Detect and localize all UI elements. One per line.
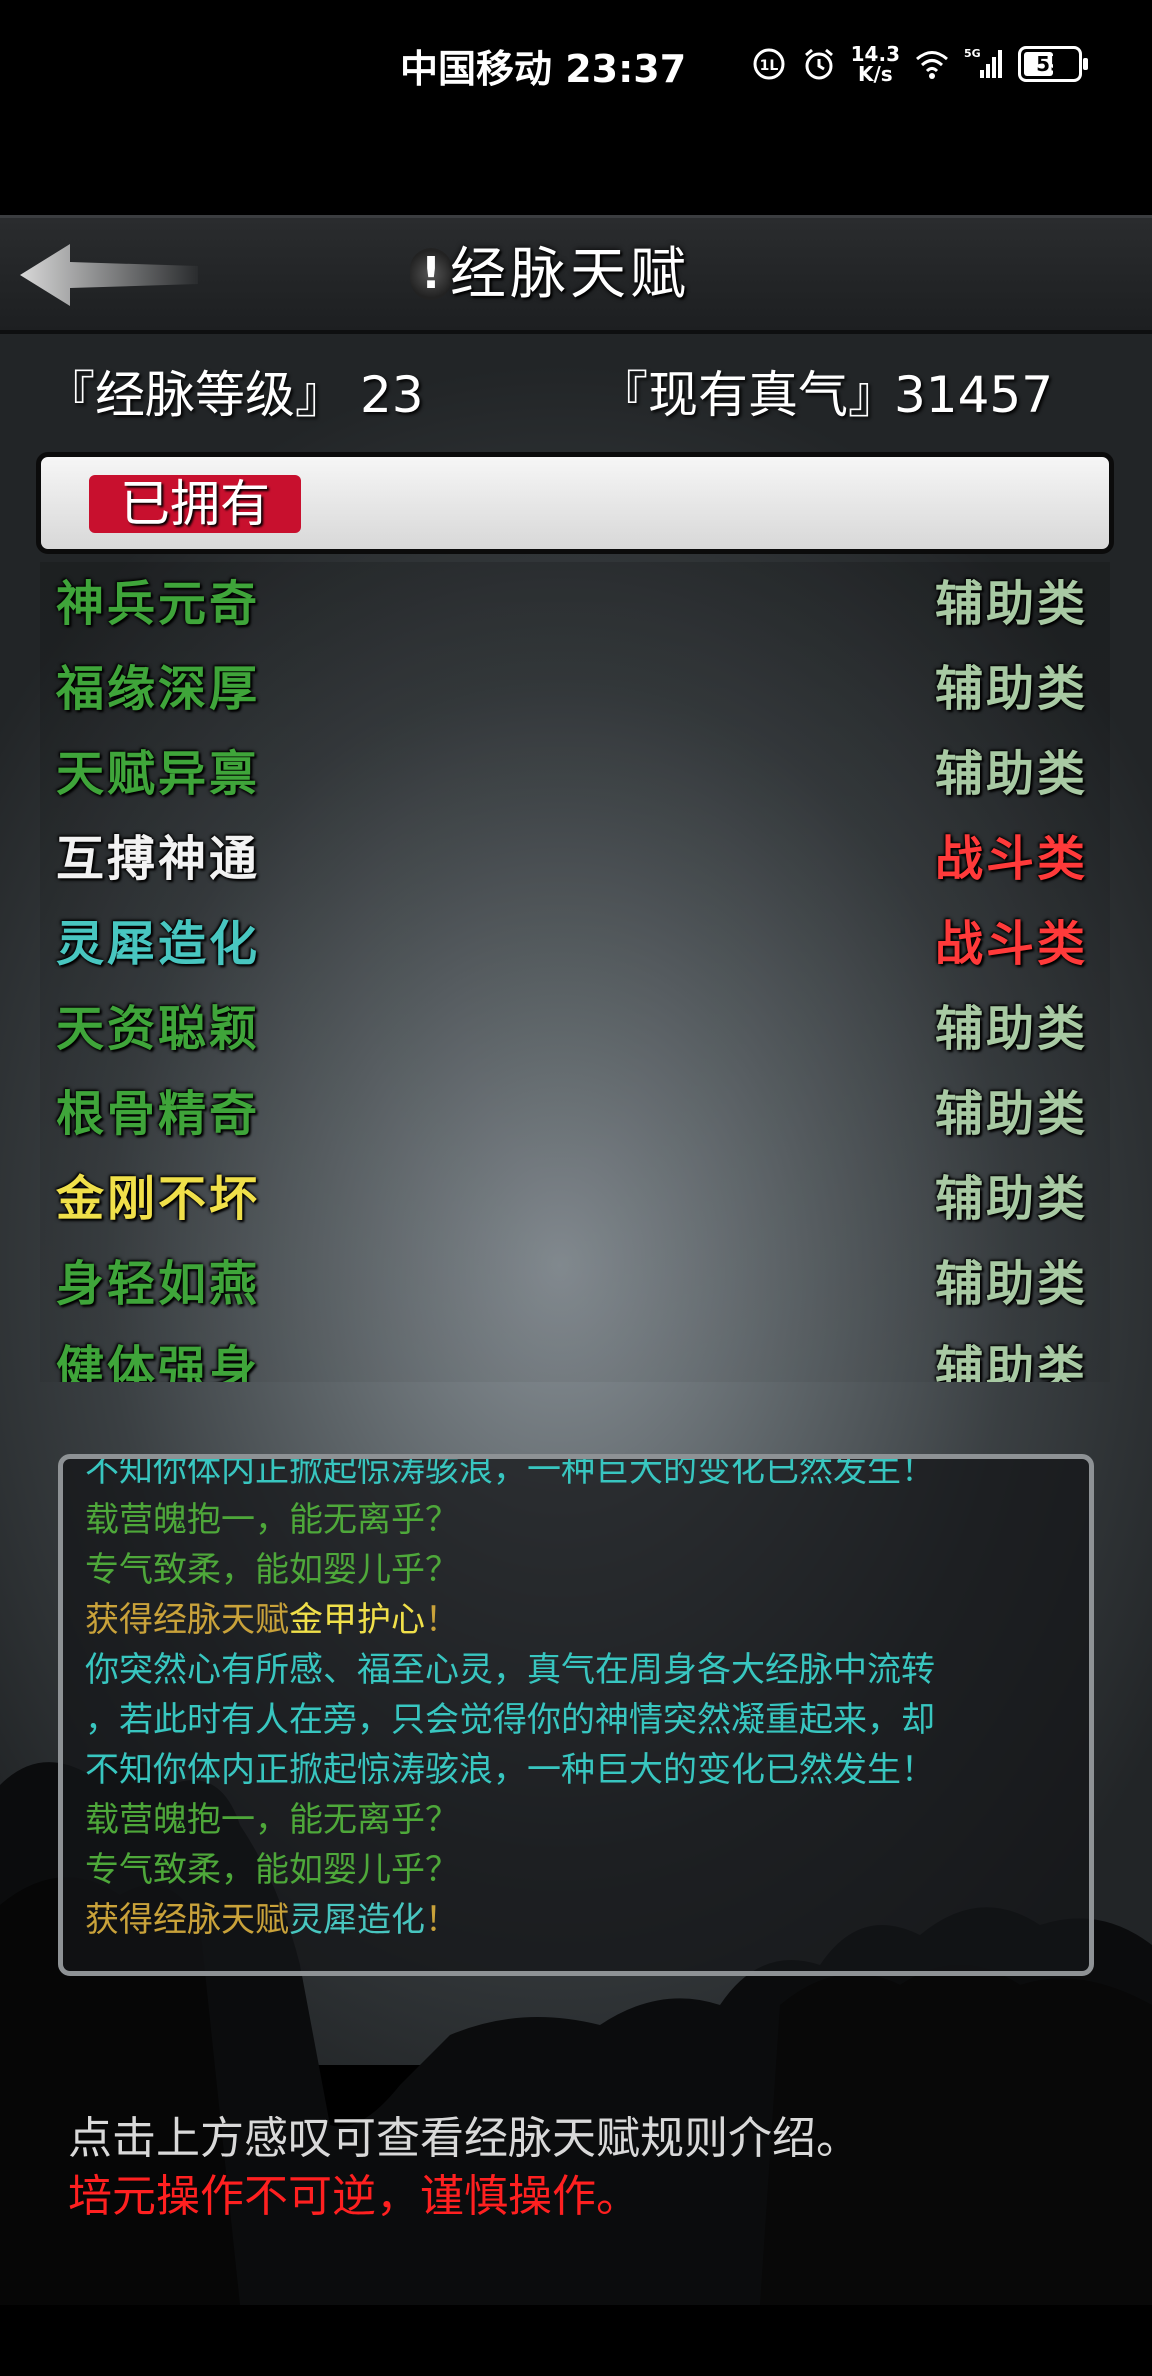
log-line: 专气致柔，能如婴儿乎？ [85, 1845, 1075, 1895]
talent-name: 天资聪颖 [56, 1001, 261, 1057]
talent-name: 根骨精奇 [56, 1086, 261, 1142]
log-segment: 获得经脉天赋 [85, 1900, 289, 1940]
log-line: 不知你体内正掀起惊涛骇浪，一种巨大的变化已然发生！ [85, 1745, 1075, 1795]
log-segment: 不知你体内正掀起惊涛骇浪，一种巨大的变化已然发生！ [85, 1454, 935, 1490]
log-line: 专气致柔，能如婴儿乎？ [85, 1545, 1075, 1595]
log-segment: 载营魄抱一，能无离乎？ [85, 1800, 459, 1840]
log-segment: 载营魄抱一，能无离乎？ [85, 1500, 459, 1540]
svg-text:5G: 5G [964, 47, 981, 60]
log-line: 获得经脉天赋金甲护心！ [85, 1595, 1075, 1645]
talent-row[interactable]: 互搏神通 战斗类 [40, 817, 1110, 902]
meridian-level-value: 23 [360, 366, 424, 424]
log-segment: ，若此时有人在旁，只会觉得你的神情突然凝重起来，却 [85, 1700, 935, 1740]
alarm-icon [804, 48, 833, 80]
message-log[interactable]: 不知你体内正掀起惊涛骇浪，一种巨大的变化已然发生！ 载营魄抱一，能无离乎？ 专气致柔… [58, 1454, 1094, 1976]
log-line: 载营魄抱一，能无离乎？ [85, 1495, 1075, 1545]
log-line: 载营魄抱一，能无离乎？ [85, 1795, 1075, 1845]
log-segment: 专气致柔，能如婴儿乎？ [85, 1850, 459, 1890]
log-segment: 金甲护心 [289, 1600, 425, 1640]
log-segment: 专气致柔，能如婴儿乎？ [85, 1550, 459, 1590]
help-exclamation-icon[interactable]: ! [410, 248, 452, 300]
meridian-level-label: 『经脉等级』 [45, 366, 345, 424]
current-qi-label: 『现有真气』 [598, 366, 898, 424]
talent-list[interactable]: 神兵元奇 辅助类 福缘深厚 辅助类 天赋异禀 辅助类 互搏神通 战斗类 灵犀造化 战斗类 天资聪颖辅… [40, 562, 1110, 1382]
log-segment: 获得经脉天赋 [85, 1600, 289, 1640]
svg-text:1L: 1L [759, 58, 778, 74]
status-icons: 1L 14.3 K/s 5G 55 [751, 40, 1088, 88]
talent-type: 战斗类 [934, 831, 1088, 887]
talent-row[interactable]: 天赋异禀 辅助类 [40, 732, 1110, 817]
rules-hint: 点击上方感叹可查看经脉天赋规则介绍。 [68, 2113, 860, 2164]
talent-type: 辅助类 [934, 1001, 1088, 1057]
log-segment: ！ [425, 1900, 459, 1940]
battery-indicator: 55 [1018, 46, 1088, 82]
talent-name: 神兵元奇 [56, 576, 261, 632]
talent-row[interactable]: 金刚不坏 辅助类 [40, 1157, 1110, 1242]
talent-name: 福缘深厚 [56, 661, 261, 717]
current-qi-value: 31457 [894, 366, 1054, 424]
talent-type: 辅助类 [934, 1171, 1088, 1227]
back-arrow-icon[interactable] [18, 240, 198, 310]
log-line: 获得经脉天赋灵犀造化！ [85, 1895, 1075, 1945]
log-line: ，若此时有人在旁，只会觉得你的神情突然凝重起来，却 [85, 1695, 1075, 1745]
log-segment: 不知你体内正掀起惊涛骇浪，一种巨大的变化已然发生！ [85, 1750, 935, 1790]
data-saver-icon: 1L [753, 48, 785, 80]
log-segment: 灵犀造化 [289, 1900, 425, 1940]
talent-row[interactable]: 福缘深厚 辅助类 [40, 647, 1110, 732]
screen: 中国移动 23:37 1L 14.3 K/s 5G 55 ! 经脉天赋 『经脉等… [0, 0, 1152, 2376]
talent-row[interactable]: 根骨精奇 辅助类 [40, 1072, 1110, 1157]
wifi-icon [916, 51, 948, 79]
signal-icon: 5G [964, 47, 1002, 78]
owned-tab[interactable]: 已拥有 [89, 475, 301, 533]
talent-type: 辅助类 [934, 746, 1088, 802]
log-segment: 你突然心有所感、福至心灵，真气在周身各大经脉中流转 [85, 1650, 935, 1690]
talent-name: 身轻如燕 [56, 1256, 261, 1312]
talent-row[interactable]: 神兵元奇 辅助类 [40, 562, 1110, 647]
talent-type: 辅助类 [934, 1256, 1088, 1312]
log-line: 不知你体内正掀起惊涛骇浪，一种巨大的变化已然发生！ [85, 1454, 1075, 1495]
talent-name: 健体强身 [56, 1341, 261, 1382]
net-speed: 14.3 K/s [850, 42, 900, 86]
talent-type: 战斗类 [934, 916, 1088, 972]
talent-row[interactable]: 健体强身 辅助类 [40, 1327, 1110, 1382]
talent-type: 辅助类 [934, 576, 1088, 632]
talent-type: 辅助类 [934, 1086, 1088, 1142]
talent-row[interactable]: 灵犀造化 战斗类 [40, 902, 1110, 987]
talent-type: 辅助类 [934, 661, 1088, 717]
carrier-time: 中国移动 23:37 [400, 47, 687, 91]
talent-row[interactable]: 身轻如燕 辅助类 [40, 1242, 1110, 1327]
log-line: 你突然心有所感、福至心灵，真气在周身各大经脉中流转 [85, 1645, 1075, 1695]
talent-name: 互搏神通 [56, 831, 261, 887]
talent-name: 天赋异禀 [56, 746, 261, 802]
talent-type: 辅助类 [934, 1341, 1088, 1382]
title-bar: ! 经脉天赋 [0, 215, 1152, 334]
status-bar: 中国移动 23:37 1L 14.3 K/s 5G 55 [0, 0, 1152, 130]
talent-row[interactable]: 天资聪颖 辅助类 [40, 987, 1110, 1072]
irreversible-warning: 培元操作不可逆，谨慎操作。 [68, 2171, 640, 2222]
talent-name: 金刚不坏 [56, 1171, 261, 1227]
owned-tab-bar: 已拥有 [36, 452, 1114, 554]
page-title: 经脉天赋 [450, 242, 690, 307]
talent-name: 灵犀造化 [56, 916, 261, 972]
log-segment: ！ [425, 1600, 459, 1640]
